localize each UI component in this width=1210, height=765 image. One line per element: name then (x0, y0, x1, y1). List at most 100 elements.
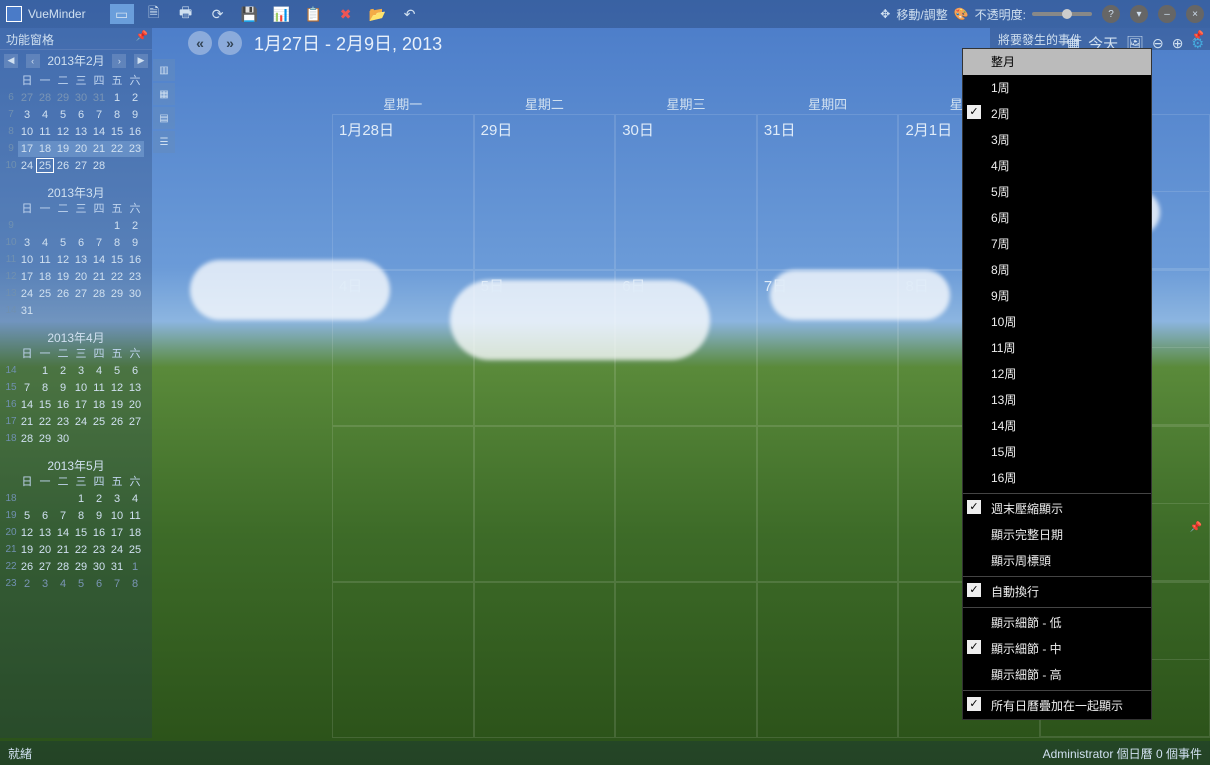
opacity-slider[interactable] (1032, 12, 1092, 16)
mini-day[interactable]: 3 (108, 491, 126, 507)
mini-day[interactable]: 5 (72, 576, 90, 592)
mini-day[interactable]: 31 (108, 559, 126, 575)
open-icon[interactable]: 📂 (366, 4, 390, 24)
menu-item[interactable]: 12周 (963, 361, 1151, 387)
mini-day[interactable]: 22 (72, 542, 90, 558)
mini-day[interactable]: 22 (108, 269, 126, 285)
mini-day[interactable]: 25 (90, 414, 108, 430)
mini-day[interactable]: 11 (36, 252, 54, 268)
mini-day[interactable]: 29 (54, 90, 72, 106)
view-list-icon[interactable]: ☰ (153, 131, 175, 153)
mini-day[interactable]: 29 (108, 286, 126, 302)
menu-item[interactable]: 11周 (963, 335, 1151, 361)
calendar-cell[interactable] (332, 426, 474, 582)
mini-day[interactable]: 23 (126, 269, 144, 285)
save-icon[interactable]: 💾 (238, 4, 262, 24)
calendar-cell[interactable]: 4日 (332, 270, 474, 426)
menu-item[interactable]: 顯示完整日期 (963, 522, 1151, 548)
help-button[interactable]: ? (1102, 5, 1120, 23)
calendar-cell[interactable]: 7日 (757, 270, 899, 426)
mini-day[interactable]: 13 (72, 124, 90, 140)
mini-day[interactable]: 1 (126, 559, 144, 575)
mini-day[interactable]: 10 (18, 252, 36, 268)
mini-day[interactable]: 15 (108, 124, 126, 140)
mini-day[interactable]: 21 (54, 542, 72, 558)
menu-item[interactable]: ✓自動換行 (963, 579, 1151, 605)
mini-day[interactable]: 18 (36, 141, 54, 157)
mini-day[interactable]: 15 (108, 252, 126, 268)
mini-day[interactable]: 4 (54, 576, 72, 592)
mini-day[interactable]: 16 (54, 397, 72, 413)
menu-item[interactable]: ✓顯示細節 - 中 (963, 636, 1151, 662)
mini-day[interactable]: 23 (126, 141, 144, 157)
calendar-cell[interactable] (757, 426, 899, 582)
minimize-button[interactable]: – (1158, 5, 1176, 23)
mini-day[interactable]: 4 (90, 363, 108, 379)
mini-day[interactable]: 7 (90, 107, 108, 123)
mini-day[interactable]: 7 (90, 235, 108, 251)
mini-day[interactable]: 21 (90, 269, 108, 285)
mini-day[interactable]: 3 (36, 576, 54, 592)
mini-day[interactable]: 26 (54, 286, 72, 302)
mini-day[interactable]: 19 (54, 269, 72, 285)
menu-item[interactable]: 顯示細節 - 高 (963, 662, 1151, 688)
calendar-cell[interactable] (615, 426, 757, 582)
calendar-cell[interactable]: 31日 (757, 114, 899, 270)
calendar-cell[interactable] (757, 582, 899, 738)
mini-day[interactable]: 27 (126, 414, 144, 430)
mini-day[interactable]: 4 (126, 491, 144, 507)
mini-day[interactable]: 30 (54, 431, 72, 447)
next-range-button[interactable]: » (218, 31, 242, 55)
mini-day[interactable]: 5 (108, 363, 126, 379)
prev-range-button[interactable]: « (188, 31, 212, 55)
mini-day[interactable]: 23 (54, 414, 72, 430)
mini-day[interactable]: 18 (36, 269, 54, 285)
note-icon[interactable]: ▭ (110, 4, 134, 24)
mini-day[interactable]: 8 (36, 380, 54, 396)
mini-day[interactable]: 19 (108, 397, 126, 413)
mini-day[interactable]: 11 (36, 124, 54, 140)
mini-day[interactable]: 17 (18, 269, 36, 285)
menu-item[interactable]: 16周 (963, 465, 1151, 491)
mini-day[interactable]: 1 (108, 90, 126, 106)
mini-day[interactable]: 1 (72, 491, 90, 507)
palette-icon[interactable]: 🎨 (954, 7, 969, 21)
mini-day[interactable]: 19 (54, 141, 72, 157)
mini-day[interactable]: 21 (18, 414, 36, 430)
mini-day[interactable]: 20 (72, 269, 90, 285)
mini-day[interactable]: 13 (126, 380, 144, 396)
prev-month-button[interactable]: ‹ (26, 54, 40, 68)
mini-day[interactable]: 5 (54, 107, 72, 123)
view-week-icon[interactable]: ▦ (153, 83, 175, 105)
mini-day[interactable]: 2 (126, 218, 144, 234)
calendar-cell[interactable]: 29日 (474, 114, 616, 270)
mini-day[interactable]: 8 (108, 107, 126, 123)
mini-day[interactable]: 12 (18, 525, 36, 541)
settings-gear-icon[interactable]: ⚙ (1191, 35, 1204, 52)
menu-item[interactable]: 整月 (963, 49, 1151, 75)
mini-day[interactable]: 22 (108, 141, 126, 157)
mini-day[interactable]: 24 (72, 414, 90, 430)
calendar-cell[interactable] (474, 426, 616, 582)
mini-day[interactable]: 4 (36, 107, 54, 123)
mini-day[interactable]: 9 (90, 508, 108, 524)
mini-day[interactable]: 13 (36, 525, 54, 541)
mini-day[interactable]: 28 (54, 559, 72, 575)
mini-day[interactable]: 24 (108, 542, 126, 558)
mini-day[interactable]: 6 (72, 235, 90, 251)
menu-item[interactable]: 5周 (963, 179, 1151, 205)
calendar-cell[interactable] (615, 582, 757, 738)
calendar-cell[interactable]: 6日 (615, 270, 757, 426)
mini-day[interactable]: 20 (36, 542, 54, 558)
menu-item[interactable]: ✓2周 (963, 101, 1151, 127)
mini-day[interactable]: 1 (36, 363, 54, 379)
pin-icon[interactable]: 📌 (136, 31, 148, 42)
mini-day[interactable]: 15 (36, 397, 54, 413)
mini-day[interactable]: 28 (90, 158, 108, 174)
menu-item[interactable]: 4周 (963, 153, 1151, 179)
view-day-icon[interactable]: ▥ (153, 59, 175, 81)
mini-day[interactable]: 24 (18, 158, 36, 174)
menu-item[interactable]: 7周 (963, 231, 1151, 257)
mini-day[interactable]: 28 (36, 90, 54, 106)
menu-item[interactable]: 顯示細節 - 低 (963, 610, 1151, 636)
